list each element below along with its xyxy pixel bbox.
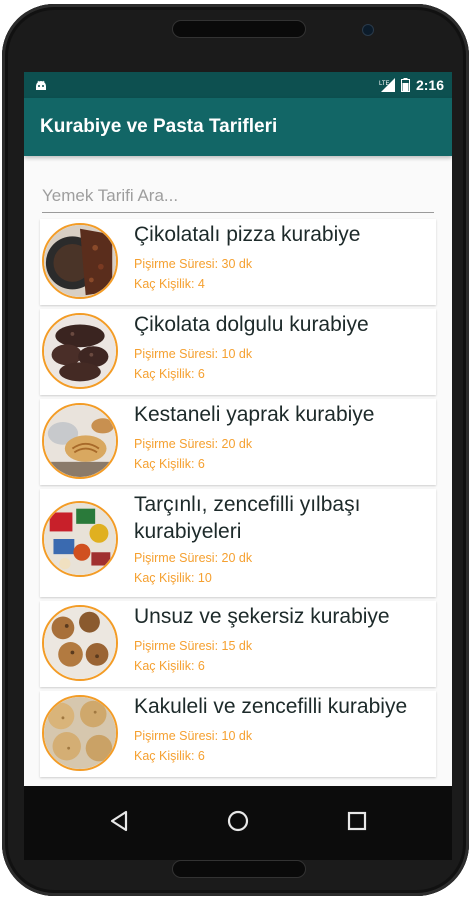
- recipe-thumbnail: [42, 313, 118, 389]
- status-bar: LTE 2:16: [24, 72, 452, 98]
- home-circle-icon[interactable]: [223, 806, 253, 836]
- recipe-card[interactable]: Kestaneli yaprak kurabiye Pişirme Süresi…: [40, 399, 436, 485]
- screen: LTE 2:16 Kurabiye ve Pasta Tarifleri Yem…: [24, 72, 452, 860]
- recipe-cook-time: Pişirme Süresi: 15 dk: [134, 639, 253, 653]
- recipe-cook-time: Pişirme Süresi: 10 dk: [134, 347, 253, 361]
- chestnut-cookie-image: [44, 405, 116, 477]
- recipe-cook-time: Pişirme Süresi: 10 dk: [134, 729, 253, 743]
- navigation-bar: [24, 786, 452, 860]
- recipe-card[interactable]: Tarçınlı, zencefilli yılbaşı kurabiyeler…: [40, 489, 436, 597]
- recipe-cook-time: Pişirme Süresi: 20 dk: [134, 551, 253, 565]
- christmas-cookies-image: [44, 503, 116, 575]
- recipe-card[interactable]: Kakuleli ve zencefilli kurabiye Pişirme …: [40, 691, 436, 777]
- recipe-cook-time: Pişirme Süresi: 20 dk: [134, 437, 253, 451]
- cardamom-cookie-image: [44, 697, 116, 769]
- recipe-thumbnail: [42, 223, 118, 299]
- recipe-serves: Kaç Kişilik: 10: [134, 571, 212, 585]
- app-toolbar: Kurabiye ve Pasta Tarifleri: [24, 98, 452, 156]
- recipe-title: Tarçınlı, zencefilli yılbaşı kurabiyeler…: [134, 493, 361, 543]
- android-icon: [36, 80, 46, 90]
- recipe-serves: Kaç Kişilik: 6: [134, 659, 205, 673]
- status-time: 2:16: [415, 77, 444, 93]
- recipe-title: Kestaneli yaprak kurabiye: [134, 403, 375, 426]
- recipe-card[interactable]: Çikolata dolgulu kurabiye Pişirme Süresi…: [40, 309, 436, 395]
- recipe-serves: Kaç Kişilik: 6: [134, 367, 205, 381]
- recipe-serves: Kaç Kişilik: 6: [134, 457, 205, 471]
- recipe-title: Kakuleli ve zencefilli kurabiye: [134, 695, 408, 718]
- recipe-serves: Kaç Kişilik: 4: [134, 277, 205, 291]
- front-camera: [362, 24, 374, 36]
- sugar-free-cookie-image: [44, 607, 116, 679]
- recipe-card[interactable]: Çikolatalı pizza kurabiye Pişirme Süresi…: [40, 219, 436, 305]
- recipe-title: Çikolatalı pizza kurabiye: [134, 223, 361, 246]
- recipe-title: Çikolata dolgulu kurabiye: [134, 313, 369, 336]
- chocolate-pizza-image: [44, 225, 116, 297]
- recents-square-icon[interactable]: [342, 806, 372, 836]
- svg-text:LTE: LTE: [379, 81, 390, 87]
- recipe-thumbnail: [42, 605, 118, 681]
- recipe-card[interactable]: Unsuz ve şekersiz kurabiye Pişirme Süres…: [40, 601, 436, 687]
- search-input[interactable]: [42, 182, 434, 210]
- chocolate-cookie-image: [44, 315, 116, 387]
- back-triangle-icon[interactable]: [104, 806, 134, 836]
- earpiece-speaker: [172, 20, 306, 38]
- phone-frame: LTE 2:16 Kurabiye ve Pasta Tarifleri Yem…: [2, 4, 469, 896]
- recipe-title: Unsuz ve şekersiz kurabiye: [134, 605, 390, 628]
- battery-icon: [400, 78, 410, 92]
- bottom-speaker: [172, 860, 306, 878]
- recipe-cook-time: Pişirme Süresi: 30 dk: [134, 257, 253, 271]
- recipe-thumbnail: [42, 403, 118, 479]
- recipe-serves: Kaç Kişilik: 6: [134, 749, 205, 763]
- search-box[interactable]: [42, 182, 434, 213]
- recipe-thumbnail: [42, 695, 118, 771]
- recipe-thumbnail: [42, 501, 118, 577]
- app-title: Kurabiye ve Pasta Tarifleri: [40, 116, 278, 137]
- signal-icon: LTE: [379, 78, 395, 92]
